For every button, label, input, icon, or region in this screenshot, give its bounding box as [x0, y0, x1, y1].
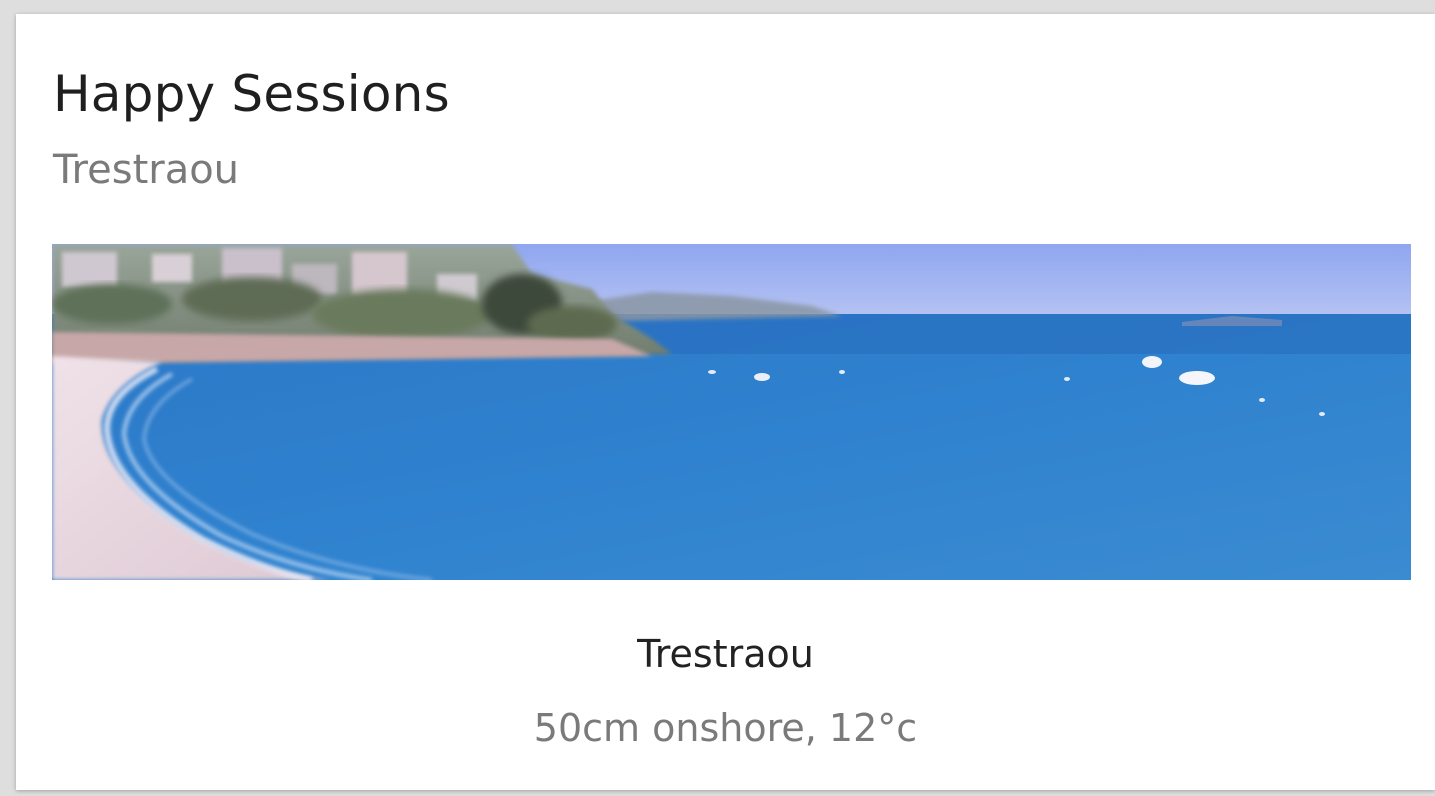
session-card[interactable]: Happy Sessions Trestraou Trestraou 50cm … — [16, 14, 1435, 790]
webcam-image[interactable] — [52, 244, 1411, 580]
webcam-conditions: 50cm onshore, 12°c — [533, 706, 918, 750]
app-frame: Happy Sessions Trestraou Trestraou 50cm … — [0, 0, 1435, 796]
beach-scene-image — [52, 244, 1411, 580]
webcam-location-name: Trestraou — [637, 632, 814, 676]
card-subtitle: Trestraou — [53, 147, 240, 193]
card-title: Happy Sessions — [53, 65, 450, 123]
